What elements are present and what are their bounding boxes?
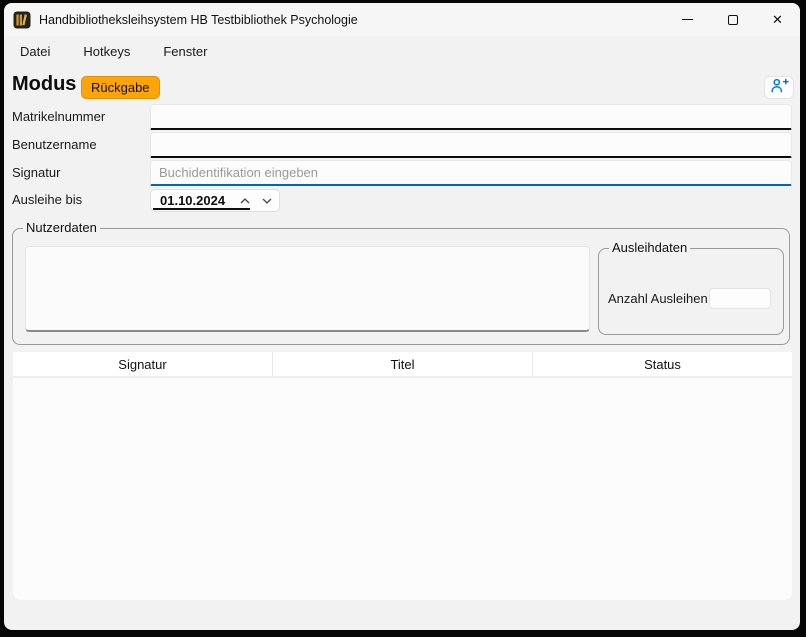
minimize-icon [682, 19, 693, 20]
anzahl-ausleihen-label: Anzahl Ausleihen [608, 291, 708, 306]
column-header-titel[interactable]: Titel [273, 352, 533, 376]
menu-item-hotkeys[interactable]: Hotkeys [81, 41, 132, 62]
maximize-button[interactable] [710, 3, 755, 36]
window-controls: ✕ [665, 3, 800, 36]
page-title: Modus [12, 73, 76, 96]
matrikelnummer-label: Matrikelnummer [12, 104, 105, 130]
maximize-icon [728, 15, 738, 25]
results-table: Signatur Titel Status [13, 352, 792, 600]
ausleihe-bis-label: Ausleihe bis [12, 187, 82, 213]
spin-down-button[interactable] [257, 190, 277, 211]
nutzerdaten-legend: Nutzerdaten [23, 220, 100, 235]
table-header-row: Signatur Titel Status [13, 352, 792, 378]
close-icon: ✕ [772, 13, 783, 26]
menu-item-datei[interactable]: Datei [18, 41, 52, 62]
ausleihe-bis-date-spinner[interactable]: 01.10.2024 [150, 189, 280, 212]
mode-badge[interactable]: Rückgabe [81, 76, 160, 99]
window-title: Handbibliotheksleihsystem HB Testbibliot… [39, 13, 358, 27]
minimize-button[interactable] [665, 3, 710, 36]
ausleihdaten-groupbox: Ausleihdaten Anzahl Ausleihen [598, 248, 784, 335]
add-user-button[interactable] [764, 76, 794, 99]
chevron-up-icon [240, 198, 250, 204]
table-body [13, 378, 792, 600]
library-books-icon [13, 11, 31, 29]
column-header-signatur[interactable]: Signatur [13, 352, 273, 376]
date-value[interactable]: 01.10.2024 [160, 193, 225, 208]
person-add-icon [770, 78, 789, 98]
titlebar: Handbibliotheksleihsystem HB Testbibliot… [4, 3, 800, 36]
menubar: Datei Hotkeys Fenster [4, 36, 800, 66]
benutzername-label: Benutzername [12, 132, 97, 158]
benutzername-field[interactable] [150, 132, 792, 158]
column-header-status[interactable]: Status [533, 352, 792, 376]
signatur-label: Signatur [12, 160, 60, 186]
anzahl-ausleihen-field[interactable] [709, 288, 771, 309]
ausleihdaten-legend: Ausleihdaten [609, 240, 690, 255]
menu-item-fenster[interactable]: Fenster [161, 41, 209, 62]
spin-up-button[interactable] [235, 190, 255, 211]
nutzerdaten-textarea[interactable] [25, 246, 590, 332]
signatur-field[interactable] [150, 160, 792, 186]
matrikelnummer-field[interactable] [150, 104, 792, 130]
nutzerdaten-groupbox: Nutzerdaten Ausleihdaten Anzahl Ausleihe… [12, 228, 790, 345]
close-button[interactable]: ✕ [755, 3, 800, 36]
app-window: Handbibliotheksleihsystem HB Testbibliot… [4, 3, 800, 630]
chevron-down-icon [262, 198, 272, 204]
